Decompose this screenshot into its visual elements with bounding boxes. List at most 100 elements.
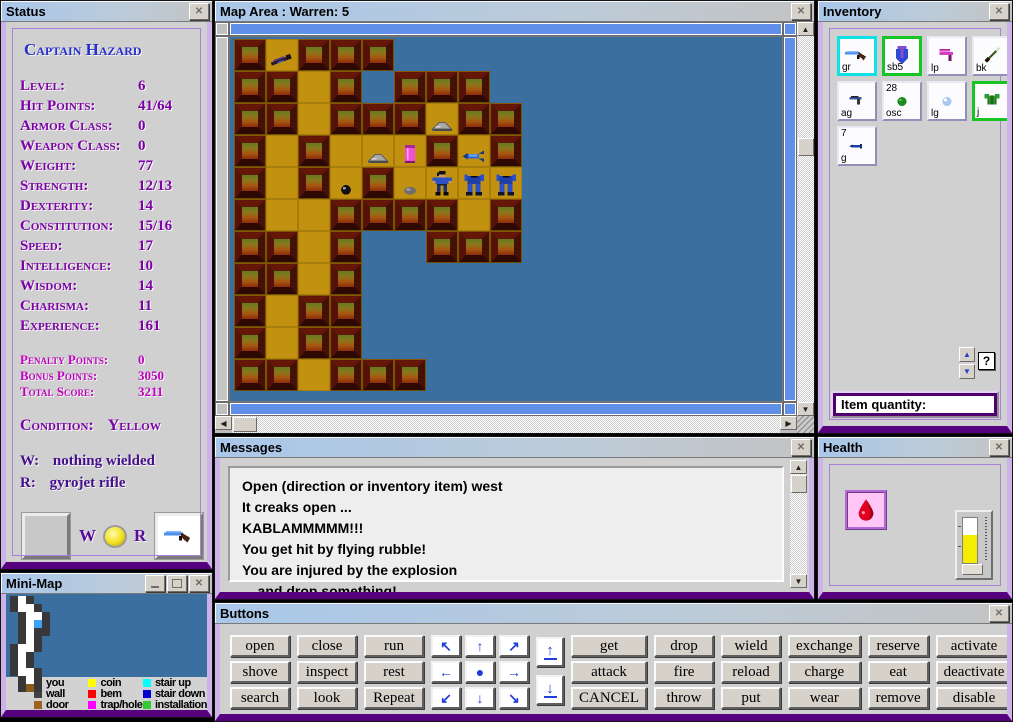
inventory-slot-ag[interactable]: ag xyxy=(837,81,877,121)
command-button-run[interactable]: run xyxy=(364,635,424,657)
command-button-attack[interactable]: attack xyxy=(571,661,647,683)
move-ne-button[interactable]: ↗ xyxy=(499,635,529,657)
command-button-shove[interactable]: shove xyxy=(230,661,290,683)
close-icon[interactable]: ✕ xyxy=(989,604,1009,622)
command-button-eat[interactable]: eat xyxy=(867,661,929,683)
stat-label: Speed: xyxy=(20,238,63,254)
command-button-close[interactable]: close xyxy=(297,635,357,657)
command-button-drop[interactable]: drop xyxy=(654,635,714,657)
command-button-throw[interactable]: throw xyxy=(654,687,714,709)
minimap-canvas[interactable] xyxy=(6,594,207,692)
command-button-put[interactable]: put xyxy=(721,687,781,709)
map-viewport[interactable] xyxy=(229,36,783,402)
command-button-get[interactable]: get xyxy=(571,635,647,657)
command-button-fire[interactable]: fire xyxy=(654,661,714,683)
inventory-slot-j[interactable]: j xyxy=(972,81,1007,121)
messages-scrollbar[interactable]: ▲ ▼ xyxy=(790,460,807,588)
inventory-slot-osc[interactable]: 28 osc xyxy=(882,81,922,121)
move-e-button[interactable]: → xyxy=(499,661,529,683)
command-button-cancel[interactable]: CANCEL xyxy=(571,687,647,709)
minimap-pixel xyxy=(42,620,50,628)
close-icon[interactable]: ✕ xyxy=(989,438,1009,456)
inventory-slot-gr[interactable]: gr xyxy=(837,36,877,76)
move-sw-button[interactable]: ↙ xyxy=(431,687,461,709)
ready-slot[interactable] xyxy=(155,513,204,559)
map-tile-wall xyxy=(330,199,362,231)
command-button-reload[interactable]: reload xyxy=(721,661,781,683)
map-tile-wall xyxy=(490,199,522,231)
legend-swatch xyxy=(88,700,97,709)
health-gauge[interactable] xyxy=(955,510,993,580)
scroll-left-icon[interactable]: ◀ xyxy=(215,416,232,430)
command-button-look[interactable]: look xyxy=(297,687,357,709)
health-gauge-button[interactable] xyxy=(962,564,983,575)
scroll-down-icon[interactable]: ▼ xyxy=(790,574,807,588)
score-label: Penalty Points: xyxy=(20,352,109,367)
maximize-icon[interactable] xyxy=(167,574,187,592)
map-left-indicator[interactable] xyxy=(216,37,228,401)
command-button-inspect[interactable]: inspect xyxy=(297,661,357,683)
close-icon[interactable]: ✕ xyxy=(791,438,811,456)
close-icon[interactable]: ✕ xyxy=(791,2,811,20)
map-bottom-indicator[interactable] xyxy=(230,403,782,415)
stat-value: 6 xyxy=(138,78,146,94)
move-w-button[interactable]: ← xyxy=(431,661,461,683)
map-tile-wall xyxy=(234,103,266,135)
scroll-right-icon[interactable]: ▶ xyxy=(780,416,797,430)
vscroll-thumb[interactable] xyxy=(791,475,807,493)
move-se-button[interactable]: ↘ xyxy=(499,687,529,709)
map-tile-wall xyxy=(234,263,266,295)
inventory-slot-g[interactable]: 7g xyxy=(837,126,877,166)
command-button-wear[interactable]: wear xyxy=(788,687,861,709)
resize-grip[interactable] xyxy=(797,416,814,433)
command-button-charge[interactable]: charge xyxy=(788,661,861,683)
close-icon[interactable]: ✕ xyxy=(189,2,209,20)
message-line: You get hit by flying rubble! xyxy=(242,541,427,557)
message-line: ... and drop something! xyxy=(242,583,397,599)
slot-count: 28 xyxy=(886,83,898,94)
command-button-exchange[interactable]: exchange xyxy=(788,635,861,657)
move-nw-button[interactable]: ↖ xyxy=(431,635,461,657)
down-level-button[interactable]: ↓ xyxy=(536,675,564,705)
command-button-activate[interactable]: activate xyxy=(935,635,1007,657)
hscroll-thumb[interactable] xyxy=(233,417,257,432)
command-button-disable[interactable]: disable xyxy=(935,687,1007,709)
move-center-button[interactable]: ● xyxy=(465,661,495,683)
up-level-button[interactable]: ↑ xyxy=(536,637,564,667)
minimize-icon[interactable] xyxy=(145,574,165,592)
inventory-slot-lg[interactable]: lg xyxy=(927,81,967,121)
scroll-up-icon[interactable]: ▲ xyxy=(797,22,814,36)
close-icon[interactable]: ✕ xyxy=(189,574,209,592)
command-button-rest[interactable]: rest xyxy=(364,661,424,683)
command-button-remove[interactable]: remove xyxy=(867,687,929,709)
command-button-wield[interactable]: wield xyxy=(721,635,781,657)
map-hscrollbar[interactable]: ◀ ▶ xyxy=(215,416,797,433)
map-tile-wall xyxy=(330,263,362,295)
inventory-slot-bk[interactable]: bk xyxy=(972,36,1007,76)
close-icon[interactable]: ✕ xyxy=(989,2,1009,20)
map-entity-powersuit xyxy=(490,167,522,199)
item-quantity-input[interactable]: Item quantity: xyxy=(835,395,995,414)
map-top-indicator[interactable] xyxy=(230,23,782,35)
scroll-up-icon[interactable]: ▲ xyxy=(790,460,807,474)
move-s-button[interactable]: ↓ xyxy=(465,687,495,709)
inventory-slot-sb5[interactable]: sb5 xyxy=(882,36,922,76)
command-button-search[interactable]: search xyxy=(230,687,290,709)
wielded-slot[interactable] xyxy=(22,513,70,559)
help-button[interactable]: ? xyxy=(978,352,995,370)
command-button-open[interactable]: open xyxy=(230,635,290,657)
inventory-scroll-down-icon[interactable]: ▼ xyxy=(959,364,975,379)
legend-item: wall xyxy=(34,688,88,700)
stat-row: Constitution: 15/16 xyxy=(20,218,207,238)
legend-item: stair up xyxy=(142,677,207,689)
inventory-scroll-up-icon[interactable]: ▲ xyxy=(959,347,975,362)
move-n-button[interactable]: ↑ xyxy=(465,635,495,657)
scroll-down-icon[interactable]: ▼ xyxy=(797,402,814,416)
map-vscrollbar[interactable] xyxy=(797,36,814,402)
command-button-reserve[interactable]: reserve xyxy=(867,635,929,657)
vscroll-thumb[interactable] xyxy=(798,138,814,157)
map-right-indicator[interactable] xyxy=(784,37,796,401)
inventory-slot-lp[interactable]: lp xyxy=(927,36,967,76)
command-button-repeat[interactable]: Repeat xyxy=(364,687,424,709)
command-button-deactivate[interactable]: deactivate xyxy=(935,661,1007,683)
